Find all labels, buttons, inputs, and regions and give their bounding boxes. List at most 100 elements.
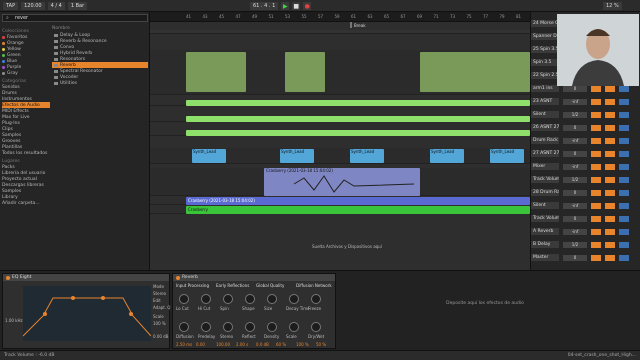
reverb-knob[interactable] [289,294,299,304]
reverb-knob[interactable] [179,322,189,332]
reverb-knob[interactable] [311,322,321,332]
solo-button[interactable] [605,86,615,92]
arm-button[interactable] [619,255,629,261]
record-icon[interactable]: ● [303,2,312,10]
solo-button[interactable] [605,125,615,131]
track-name[interactable]: Master [531,254,559,261]
reverb-knob[interactable] [223,322,233,332]
mute-button[interactable] [591,255,601,261]
arm-button[interactable] [619,190,629,196]
volume-field[interactable]: -inf [563,138,587,144]
volume-field[interactable]: 1/2 [563,242,587,248]
power-icon[interactable] [6,275,10,280]
lead-clip[interactable]: Synth_Lead [192,149,226,163]
track-name[interactable]: Drum Rack [531,137,559,144]
arrangement-view[interactable]: 41 43 45 47 49 51 53 55 57 59 61 63 65 67 69 71 73 75 77 79… [150,12,530,280]
volume-field[interactable]: 0 [563,151,587,157]
reverb-knob[interactable] [267,322,277,332]
solo-button[interactable] [605,203,615,209]
eq-graph[interactable] [23,286,151,341]
lead-clip[interactable]: Synth_Lead [490,149,524,163]
place-item[interactable]: Descargas libreras [2,182,50,188]
pad-clip[interactable] [186,52,246,92]
lead-clip[interactable]: Synth_Lead [280,149,314,163]
reverb-value[interactable]: 0.00 [196,342,205,347]
arm-button[interactable] [619,99,629,105]
track-name[interactable]: Track Volume [531,176,559,183]
mute-button[interactable] [591,164,601,170]
solo-button[interactable] [605,190,615,196]
arm-button[interactable] [619,229,629,235]
eq-edit[interactable]: Edit [153,298,161,303]
track-name[interactable]: 22 Spin 2.5 [531,72,559,79]
place-item[interactable]: Añadir carpeta... [2,200,50,206]
reverb-knob[interactable] [179,294,189,304]
reverb-device[interactable]: Reverb Input Processing Early Reflections… [172,273,336,349]
reverb-knob[interactable] [201,322,211,332]
arm-button[interactable] [619,242,629,248]
stop-icon[interactable]: ■ [292,2,301,10]
time-signature[interactable]: 4 / 4 [47,1,65,10]
mute-button[interactable] [591,229,601,235]
tempo-field[interactable]: 120.00 [21,1,45,10]
track-name[interactable]: 27 ASNT 27 [531,150,559,157]
arm-button[interactable] [619,151,629,157]
mute-button[interactable] [591,125,601,131]
mute-button[interactable] [591,112,601,118]
pad-clip[interactable] [285,52,325,92]
solo-button[interactable] [605,151,615,157]
synth-clip[interactable] [186,130,530,136]
volume-field[interactable]: -inf [563,203,587,209]
track-name[interactable]: Track Volume [531,215,559,222]
arm-button[interactable] [619,164,629,170]
category-item[interactable]: Todos los resultados [2,150,50,156]
track-name[interactable]: Mixer [531,163,559,170]
lead-clip[interactable]: Synth_Lead [430,149,464,163]
eq-gain[interactable]: 0.00 dB [153,334,168,339]
reverb-knob[interactable] [201,294,211,304]
volume-field[interactable]: 0 [563,190,587,196]
position-field[interactable]: 61 . 4 . 1 [250,2,279,10]
mute-button[interactable] [591,203,601,209]
solo-button[interactable] [605,138,615,144]
arm-button[interactable] [619,216,629,222]
track-name[interactable]: Spin 3.5 [531,59,559,66]
synth-clip[interactable] [186,116,530,122]
solo-button[interactable] [605,216,615,222]
place-item[interactable]: Librería del usuario [2,170,50,176]
solo-button[interactable] [605,229,615,235]
audio-clip[interactable]: Cranberry (2021-03-18 15:04:02) [264,168,420,196]
tap-tempo-button[interactable]: TAP [3,1,19,10]
mute-button[interactable] [591,190,601,196]
eq-eight-device[interactable]: EQ Eight 1.00 kHz Mode Stereo Edit Adapt… [2,273,170,349]
reverb-value[interactable]: 2.50 ms [176,342,192,347]
synth-clip[interactable] [186,100,530,106]
beat-ruler[interactable]: 41 43 45 47 49 51 53 55 57 59 61 63 65 67 69 71 73 75 77 79… [150,12,530,22]
reverb-value[interactable]: 100 % [296,342,309,347]
mute-button[interactable] [591,99,601,105]
volume-field[interactable]: -inf [563,164,587,170]
reverb-knob[interactable] [311,294,321,304]
green-clip[interactable]: Cranberry [186,206,530,214]
arm-button[interactable] [619,203,629,209]
locator-marker[interactable] [350,22,352,28]
track-name[interactable]: 24 Morse Ot [531,20,559,27]
reverb-value[interactable]: 100.00 [216,342,230,347]
mute-button[interactable] [591,216,601,222]
solo-button[interactable] [605,255,615,261]
track-name[interactable]: Spanner De [531,33,559,40]
mute-button[interactable] [591,151,601,157]
mute-button[interactable] [591,86,601,92]
mute-button[interactable] [591,177,601,183]
folder-item[interactable]: Utilities [52,80,148,86]
volume-field[interactable]: -inf [563,99,587,105]
track-name[interactable]: 23 ASNT [531,98,559,105]
mute-button[interactable] [591,138,601,144]
reverb-value[interactable]: 60 % [276,342,286,347]
play-icon[interactable]: ▶ [281,2,290,10]
track-name[interactable]: Silent [531,202,559,209]
track-name[interactable]: 28 Drum Rack [531,189,559,196]
search-input[interactable]: ⌕ rever [2,14,148,22]
arm-button[interactable] [619,177,629,183]
track-name[interactable]: A Reverb [531,228,559,235]
